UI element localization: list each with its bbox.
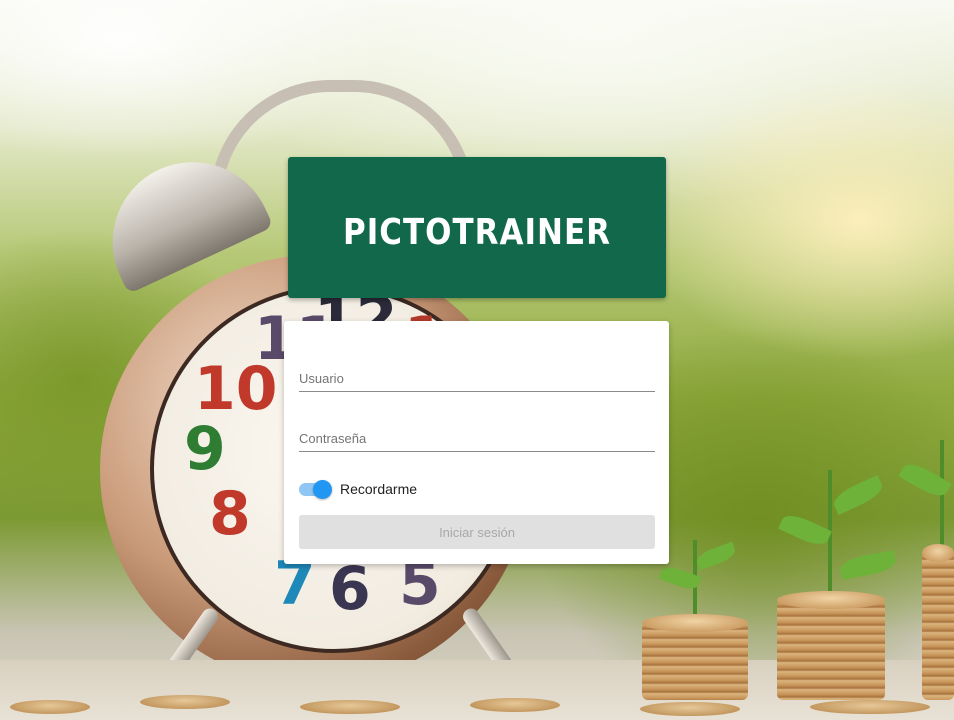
coin-stack-top	[777, 591, 885, 609]
toggle-knob	[313, 480, 332, 499]
floor-coin	[10, 700, 90, 714]
coin-stack-top	[922, 544, 954, 562]
clock-numeral: 10	[194, 354, 278, 424]
remember-me-label[interactable]: Recordarme	[340, 481, 417, 497]
app-logo-title: PictoTrainer	[342, 198, 612, 257]
coin-stack	[922, 552, 954, 700]
plant-leaf	[830, 474, 886, 516]
coin-stack-top	[642, 614, 748, 632]
password-placeholder: Contraseña	[299, 431, 367, 446]
remember-me-toggle[interactable]	[299, 480, 335, 499]
clock-numeral: 9	[184, 414, 226, 484]
username-placeholder: Usuario	[299, 371, 344, 386]
password-field[interactable]: Contraseña	[299, 421, 655, 452]
brand-header: PictoTrainer	[288, 157, 666, 298]
username-field[interactable]: Usuario	[299, 361, 655, 392]
login-button-label: Iniciar sesión	[439, 524, 515, 540]
plant-leaf	[838, 550, 898, 580]
login-card: Usuario Contraseña Recordarme Iniciar se…	[284, 321, 669, 564]
coin-stack	[777, 600, 885, 700]
floor-coin	[810, 700, 930, 714]
login-button[interactable]: Iniciar sesión	[299, 515, 655, 549]
floor-coin	[300, 700, 400, 714]
clock-numeral: 6	[329, 554, 371, 624]
coin-stack	[642, 622, 748, 700]
floor-coin	[640, 702, 740, 716]
plant-leaf	[778, 510, 832, 550]
floor-coin	[470, 698, 560, 712]
clock-numeral: 8	[209, 479, 251, 549]
plant-stem	[940, 440, 944, 552]
plant-leaf	[694, 541, 738, 571]
floor-coin	[140, 695, 230, 709]
